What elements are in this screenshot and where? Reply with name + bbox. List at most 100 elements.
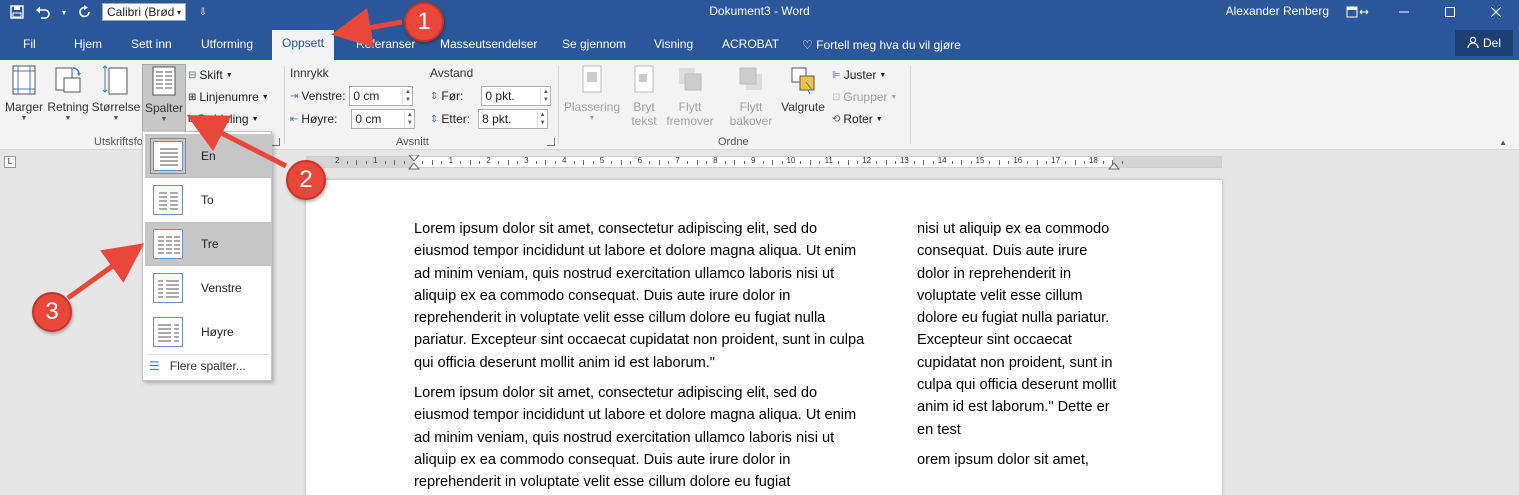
spacing-before-value: 0 pkt.: [485, 89, 515, 103]
ruler-tick: [734, 160, 736, 165]
tab-selector[interactable]: L: [4, 156, 16, 168]
ruler-tick: [1102, 161, 1104, 164]
bring-forward-button[interactable]: Flytt fremover: [664, 64, 716, 134]
undo-icon[interactable]: [34, 3, 52, 21]
redo-icon[interactable]: [76, 3, 94, 21]
spin-arrows-icon[interactable]: ▲ ▼: [537, 111, 547, 127]
indent-left-row: ⇥ Venstre: 0 cm ▲ ▼: [290, 85, 414, 107]
ruler-tick: [743, 161, 745, 164]
arrow-3: [66, 243, 145, 301]
tab-mailings[interactable]: Masseutsendelser: [430, 32, 547, 60]
tab-layout[interactable]: Oppsett: [272, 30, 335, 60]
person-icon: [1467, 36, 1479, 51]
line-numbers-button[interactable]: ⊞ Linjenumre ▼: [188, 88, 269, 106]
paragraph-dialog-launcher[interactable]: [547, 138, 555, 146]
tab-home[interactable]: Hjem: [64, 32, 112, 60]
wrap-text-label-2: tekst: [631, 114, 657, 128]
hyphenation-button[interactable]: b Orddeling ▼: [188, 110, 259, 128]
column-1[interactable]: Lorem ipsum dolor sit amet, consectetur …: [414, 218, 874, 495]
indent-left-spinner[interactable]: 0 cm ▲ ▼: [349, 86, 414, 106]
tab-view[interactable]: Visning: [644, 32, 703, 60]
indent-left-icon: ⇥: [290, 90, 299, 102]
more-columns-item[interactable]: ☰ Flere spalter...: [149, 359, 246, 373]
tab-file[interactable]: Fil: [13, 32, 46, 60]
columns-option-right[interactable]: Høyre: [145, 310, 271, 354]
orientation-button[interactable]: Retning ▼: [46, 64, 90, 134]
page-setup-dialog-launcher[interactable]: [272, 138, 280, 146]
ribbon-display-options-icon[interactable]: [1335, 0, 1381, 24]
customize-toolbar-icon[interactable]: ⇩: [194, 3, 212, 21]
column-2[interactable]: nisi ut aliquip ex ea commodo consequat.…: [917, 218, 1117, 479]
tab-insert[interactable]: Sett inn: [121, 32, 182, 60]
send-backward-label-2: bakover: [729, 114, 773, 128]
spacing-after-spinner[interactable]: 8 pkt. ▲ ▼: [478, 109, 549, 129]
callout-badge-1: 1: [404, 2, 444, 42]
send-backward-button[interactable]: Flytt bakover: [722, 64, 780, 134]
ruler-tick: [365, 161, 367, 164]
close-icon[interactable]: [1473, 0, 1519, 24]
ruler-number: 5: [599, 156, 605, 165]
maximize-icon[interactable]: [1427, 0, 1473, 24]
font-name-box[interactable]: Calibri (Brød ▾: [102, 3, 186, 21]
rotate-button[interactable]: ⟲ Roter ▼: [832, 110, 883, 128]
paragraph[interactable]: orem ipsum dolor sit amet,: [917, 449, 1117, 471]
breaks-button[interactable]: ⊟ Skift ▼: [188, 66, 233, 84]
ruler-number: 18: [1088, 156, 1098, 165]
share-button[interactable]: Del: [1455, 30, 1513, 56]
size-button[interactable]: Størrelse ▼: [92, 64, 140, 134]
indent-right-spinner[interactable]: 0 cm ▲ ▼: [351, 109, 416, 129]
columns-option-three[interactable]: Tre: [145, 222, 271, 266]
spin-arrows-icon[interactable]: ▲ ▼: [402, 88, 412, 104]
hyphenation-icon: b: [188, 113, 194, 125]
group-button[interactable]: ⊡ Grupper ▼: [832, 88, 897, 106]
horizontal-ruler[interactable]: 2 1 1 2 3 4 5 6 7 8 9 10 11 12 13 14 15 16 17 18: [306, 155, 1222, 171]
ruler-tick: [970, 161, 972, 164]
margins-button[interactable]: Marger ▼: [2, 64, 46, 134]
tab-design[interactable]: Utforming: [191, 32, 263, 60]
paragraph[interactable]: Lorem ipsum dolor sit amet, consectetur …: [414, 218, 874, 374]
paragraph[interactable]: nisi ut aliquip ex ea commodo consequat.…: [917, 218, 1117, 441]
spin-arrows-icon[interactable]: ▲ ▼: [540, 88, 550, 104]
columns-option-two[interactable]: To: [145, 178, 271, 222]
group-separator: [284, 66, 285, 144]
ruler-tick: [772, 160, 774, 165]
spacing-heading: Avstand: [430, 66, 474, 80]
user-name[interactable]: Alexander Renberg: [1226, 4, 1329, 18]
ruler-number: 2: [486, 156, 491, 165]
spin-arrows-icon[interactable]: ▲ ▼: [404, 111, 414, 127]
columns-option-one[interactable]: En: [145, 134, 271, 178]
paragraph[interactable]: Lorem ipsum dolor sit amet, consectetur …: [414, 382, 874, 493]
position-button[interactable]: Plassering ▼: [564, 64, 620, 134]
ruler-tick: [1027, 161, 1029, 164]
save-icon[interactable]: [8, 3, 26, 21]
font-name-value: Calibri (Brød: [107, 5, 175, 19]
ruler-tick: [479, 161, 481, 164]
wrap-text-button[interactable]: Bryt tekst: [622, 64, 666, 134]
columns-button[interactable]: Spalter ▼: [142, 64, 186, 134]
spacing-before-spinner[interactable]: 0 pkt. ▲ ▼: [481, 86, 552, 106]
lightbulb-icon: ♡: [802, 38, 813, 52]
tab-review[interactable]: Se gjennom: [552, 32, 636, 60]
ruler-tick: [876, 161, 878, 164]
tell-me-search[interactable]: ♡ Fortell meg hva du vil gjøre: [802, 38, 961, 52]
undo-dropdown-icon[interactable]: ▾: [60, 3, 68, 21]
document-page[interactable]: Lorem ipsum dolor sit amet, consectetur …: [306, 180, 1222, 495]
send-backward-icon: [739, 67, 762, 90]
columns-option-left[interactable]: Venstre: [145, 266, 271, 310]
ruler-tick: [460, 161, 462, 164]
selection-pane-button[interactable]: Valgrute: [778, 64, 828, 134]
right-indent-marker-icon[interactable]: [1108, 155, 1120, 171]
indent-marker-icon[interactable]: [408, 155, 420, 175]
collapse-ribbon-icon[interactable]: ▲: [1499, 138, 1507, 147]
indent-right-icon: ⇤: [290, 113, 299, 125]
selection-pane-label: Valgrute: [781, 100, 825, 114]
align-button[interactable]: ⊫ Juster ▼: [832, 66, 886, 84]
spacing-before-row: ⇕ Før: 0 pkt. ▲ ▼: [430, 85, 552, 107]
ruler-tick: [356, 160, 358, 165]
chevron-down-icon: ▾: [176, 7, 181, 17]
tab-acrobat[interactable]: ACROBAT: [712, 32, 789, 60]
chevron-down-icon: ▼: [879, 71, 887, 79]
minimize-icon[interactable]: [1381, 0, 1427, 24]
margins-icon: [12, 65, 36, 95]
indent-heading: Innrykk: [290, 66, 329, 80]
